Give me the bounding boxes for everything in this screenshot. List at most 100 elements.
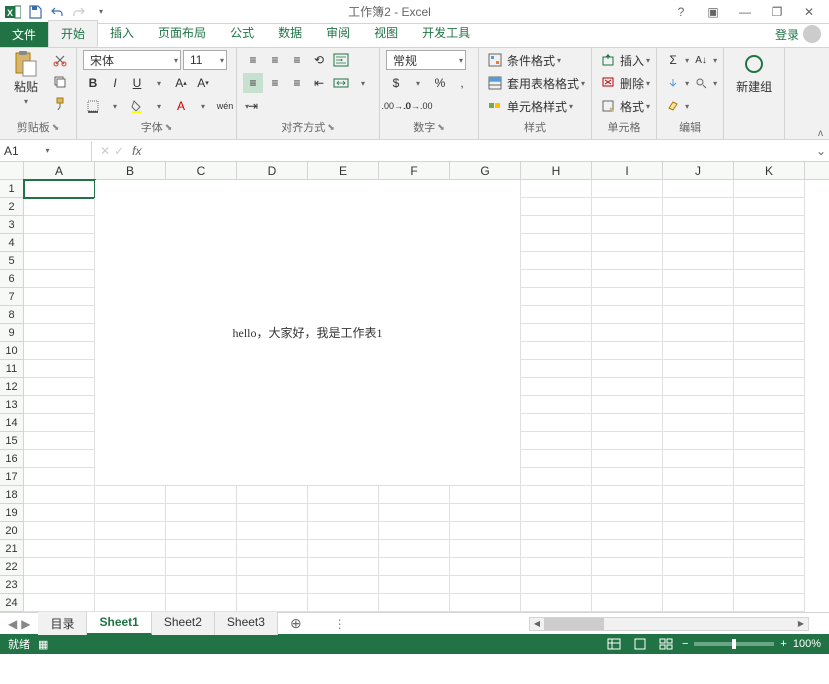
- cell[interactable]: [663, 252, 734, 270]
- cell[interactable]: [95, 594, 166, 612]
- italic-button[interactable]: I: [105, 73, 125, 93]
- save-icon[interactable]: [26, 3, 44, 21]
- tab-开始[interactable]: 开始: [48, 20, 98, 47]
- row-header[interactable]: 22: [0, 558, 24, 576]
- font-name-combo[interactable]: 宋体▾: [83, 50, 181, 70]
- cell[interactable]: [734, 540, 805, 558]
- fontcolor-dropdown-icon[interactable]: ▾: [193, 96, 213, 116]
- align-left-button[interactable]: ≡: [243, 73, 263, 93]
- cell[interactable]: [734, 270, 805, 288]
- cell[interactable]: [592, 234, 663, 252]
- cell[interactable]: [24, 234, 95, 252]
- cell[interactable]: [237, 540, 308, 558]
- clear-button[interactable]: [663, 96, 683, 116]
- cell[interactable]: [166, 558, 237, 576]
- row-header[interactable]: 11: [0, 360, 24, 378]
- scroll-thumb[interactable]: [544, 618, 604, 630]
- cell[interactable]: [592, 396, 663, 414]
- cell[interactable]: [734, 396, 805, 414]
- cell[interactable]: [592, 360, 663, 378]
- cell[interactable]: [521, 396, 592, 414]
- column-header[interactable]: F: [379, 162, 450, 179]
- cell[interactable]: [734, 414, 805, 432]
- column-header[interactable]: C: [166, 162, 237, 179]
- align-center-button[interactable]: ≡: [265, 73, 285, 93]
- cell[interactable]: [308, 558, 379, 576]
- cell[interactable]: [237, 576, 308, 594]
- cell[interactable]: [308, 504, 379, 522]
- cell[interactable]: [663, 324, 734, 342]
- column-header[interactable]: G: [450, 162, 521, 179]
- row-header[interactable]: 18: [0, 486, 24, 504]
- tab-页面布局[interactable]: 页面布局: [146, 20, 218, 47]
- cell[interactable]: [95, 504, 166, 522]
- align-bottom-button[interactable]: ≡: [287, 50, 307, 70]
- cell[interactable]: [237, 486, 308, 504]
- cell[interactable]: [734, 198, 805, 216]
- dialog-launcher-icon[interactable]: ⬊: [437, 122, 445, 133]
- cell[interactable]: [734, 504, 805, 522]
- sheet-nav-prev-icon[interactable]: ◀: [8, 617, 17, 631]
- cell[interactable]: [521, 198, 592, 216]
- zoom-in-button[interactable]: +: [780, 638, 786, 650]
- cell[interactable]: [24, 396, 95, 414]
- cell[interactable]: [521, 378, 592, 396]
- autosum-button[interactable]: Σ: [663, 50, 683, 70]
- cell[interactable]: [663, 522, 734, 540]
- font-color-button[interactable]: A: [171, 96, 191, 116]
- cell[interactable]: [237, 594, 308, 612]
- border-dropdown-icon[interactable]: ▾: [105, 96, 125, 116]
- fill-dropdown-icon[interactable]: ▾: [149, 96, 169, 116]
- cell[interactable]: [592, 270, 663, 288]
- cell[interactable]: [237, 558, 308, 576]
- cell[interactable]: [450, 486, 521, 504]
- underline-dropdown-icon[interactable]: ▾: [149, 73, 169, 93]
- cell[interactable]: [663, 360, 734, 378]
- cell[interactable]: [592, 324, 663, 342]
- row-header[interactable]: 20: [0, 522, 24, 540]
- row-header[interactable]: 8: [0, 306, 24, 324]
- cancel-formula-icon[interactable]: ✕: [100, 144, 110, 158]
- column-header[interactable]: B: [95, 162, 166, 179]
- align-right-button[interactable]: ≡: [287, 73, 307, 93]
- cell[interactable]: [592, 522, 663, 540]
- normal-view-icon[interactable]: [604, 637, 624, 651]
- minimize-icon[interactable]: —: [733, 3, 757, 21]
- cell[interactable]: [734, 450, 805, 468]
- cell[interactable]: [592, 504, 663, 522]
- cell[interactable]: [663, 486, 734, 504]
- cell[interactable]: [663, 558, 734, 576]
- row-header[interactable]: 21: [0, 540, 24, 558]
- cell[interactable]: [24, 486, 95, 504]
- comma-button[interactable]: ,: [452, 73, 472, 93]
- cell[interactable]: [521, 576, 592, 594]
- cell[interactable]: [521, 216, 592, 234]
- sheet-tab-目录[interactable]: 目录: [38, 612, 87, 635]
- tab-公式[interactable]: 公式: [218, 20, 266, 47]
- cell[interactable]: [734, 432, 805, 450]
- decrease-indent-button[interactable]: ⇤: [309, 73, 329, 93]
- format-cells-button[interactable]: 格式▾: [598, 96, 650, 116]
- decrease-decimal-button[interactable]: .0→.00: [408, 96, 428, 116]
- cell[interactable]: [592, 486, 663, 504]
- cell[interactable]: [663, 288, 734, 306]
- cell[interactable]: [734, 234, 805, 252]
- insert-cells-button[interactable]: 插入▾: [598, 50, 650, 70]
- cell[interactable]: [166, 504, 237, 522]
- cell[interactable]: [592, 306, 663, 324]
- cell[interactable]: [734, 378, 805, 396]
- decrease-font-button[interactable]: A▾: [193, 73, 213, 93]
- cell[interactable]: [521, 540, 592, 558]
- dialog-launcher-icon[interactable]: ⬊: [52, 122, 60, 133]
- cell[interactable]: [521, 594, 592, 612]
- cells-grid[interactable]: hello，大家好，我是工作表1: [24, 180, 829, 612]
- row-header[interactable]: 10: [0, 342, 24, 360]
- cell[interactable]: [450, 540, 521, 558]
- qat-customize-icon[interactable]: ▾: [92, 3, 110, 21]
- cell[interactable]: [24, 576, 95, 594]
- cell[interactable]: [521, 468, 592, 486]
- cut-button[interactable]: [50, 50, 70, 70]
- cell[interactable]: [663, 468, 734, 486]
- cell[interactable]: [379, 522, 450, 540]
- cell[interactable]: [521, 306, 592, 324]
